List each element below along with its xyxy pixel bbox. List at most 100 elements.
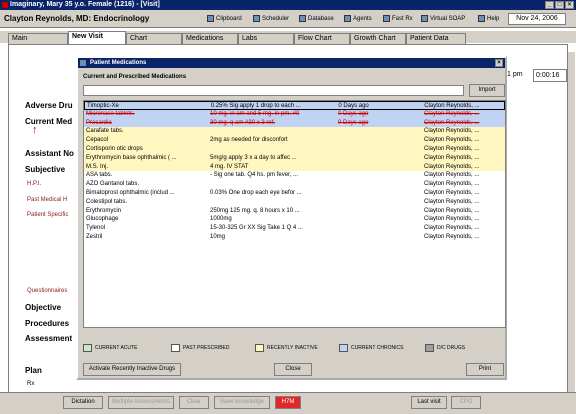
medication-sig: 5mg/g apply 3 x a day to affec ...: [210, 154, 297, 161]
htm-button[interactable]: H7M: [275, 396, 301, 409]
cpo-button[interactable]: CPO: [451, 396, 481, 409]
questionnaires-link[interactable]: Questionnaires: [27, 288, 67, 294]
medication-name: Colestipol tabs.: [86, 198, 128, 205]
last-visit-button[interactable]: Last visit: [411, 396, 447, 409]
tab-new-visit[interactable]: New Visit: [68, 31, 126, 44]
hpi-link[interactable]: H.P.I.: [27, 181, 41, 187]
medication-sig: 1000mg: [210, 216, 232, 223]
activate-inactive-button[interactable]: Activate Recently Inactive Drugs: [83, 363, 181, 376]
legend-label: RECENTLY INACTIVE: [267, 345, 318, 351]
assistant-notes-label: Assistant No: [25, 149, 74, 158]
time-label: 1 pm: [507, 71, 523, 78]
medication-row[interactable]: Cepacol 2mg as needed for disconfort Clayt…: [84, 136, 505, 145]
medication-name: Procardia: [86, 119, 112, 126]
agents-button[interactable]: Agents: [344, 15, 372, 22]
import-button[interactable]: Import: [469, 84, 505, 97]
tab-medications[interactable]: Medications: [182, 33, 238, 44]
multiple-assessments-button[interactable]: Multiple Assessments: [108, 396, 174, 409]
medication-row[interactable]: Micronase tablets. 10 mg. in am and 5 mg.…: [84, 109, 505, 119]
legend-item: PAST PRESCRIBED: [171, 344, 230, 352]
patient-specific-link[interactable]: Patient Specific: [27, 212, 68, 218]
close-button[interactable]: Close: [274, 363, 312, 376]
medication-row[interactable]: Tylenol 15-30-325 Gr XX Sig Take 1 Q 4 ..…: [84, 224, 505, 233]
pmh-link[interactable]: Past Medical H: [27, 197, 67, 203]
tab-main[interactable]: Main: [8, 33, 68, 44]
medication-sig: 4 mg. IV STAT: [210, 163, 249, 170]
medication-prescriber: Clayton Reynolds, ...: [424, 145, 480, 152]
medication-row[interactable]: M.S. Inj. 4 mg. IV STAT Clayton Reynolds, …: [84, 162, 505, 172]
scheduler-button[interactable]: Scheduler: [253, 15, 289, 22]
medication-prescriber: Clayton Reynolds, ...: [424, 181, 480, 188]
virtual-soap-icon: [421, 15, 428, 22]
medication-sig: 0.25% Sig apply 1 drop to each ...: [210, 103, 301, 109]
fast-rx-button[interactable]: Fast Rx: [383, 15, 413, 22]
medication-name: Timoptic-Xe: [87, 103, 119, 109]
legend-swatch: [339, 344, 348, 352]
medication-sig: [210, 145, 338, 154]
dictation-button[interactable]: Dictation: [63, 396, 103, 409]
medication-name: ASA tabs.: [86, 172, 113, 179]
print-button[interactable]: Print: [466, 363, 504, 376]
medications-list: Timoptic-Xe 0.25% Sig apply 1 drop to eac…: [83, 100, 506, 328]
medication-row[interactable]: Cortisporin otic drops Clayton Reynolds, …: [84, 144, 505, 154]
medication-row[interactable]: ASA tabs. - Sig one tab. Q4 hs. pm fever,…: [84, 171, 505, 180]
medication-date: 0 Days ago: [338, 110, 369, 117]
database-icon: [299, 15, 306, 22]
tab-bar: Main New Visit Chart Medications Labs Fl…: [0, 31, 576, 44]
tab-flow-chart[interactable]: Flow Chart: [294, 33, 350, 44]
medication-sig: 10 mg. in am and 5 mg. in pm. #0: [210, 110, 300, 117]
main-scrollbar[interactable]: [567, 52, 575, 392]
medication-name: Cortisporin otic drops: [86, 145, 143, 152]
dialog-close-icon[interactable]: ×: [495, 59, 503, 67]
clear-button[interactable]: Clear: [179, 396, 209, 409]
medication-date: [338, 215, 424, 224]
medication-row[interactable]: Procardia 30 mg. q am #30 x 3 ref. 0 Days …: [84, 118, 505, 128]
legend-item: D/C DRUGS: [425, 344, 465, 352]
medication-row[interactable]: Timoptic-Xe 0.25% Sig apply 1 drop to eac…: [84, 101, 505, 110]
medication-row[interactable]: Glucophage 1000mg Clayton Reynolds, ...: [84, 215, 505, 224]
medication-row[interactable]: Zestril 10mg Clayton Reynolds, ...: [84, 233, 505, 242]
medication-date: [338, 189, 424, 198]
medication-prescriber: Clayton Reynolds, ...: [424, 154, 480, 161]
clipboard-button[interactable]: Clipboard: [207, 15, 242, 22]
arrow-up-icon: ↑: [32, 124, 38, 136]
patient-medications-dialog: Patient Medications × Current and Prescr…: [76, 56, 507, 380]
adverse-label: Adverse Dru: [25, 101, 73, 110]
medication-prescriber: Clayton Reynolds, ...: [424, 233, 480, 240]
medication-date: [338, 171, 424, 180]
medication-row[interactable]: Colestipol tabs. Clayton Reynolds, ...: [84, 198, 505, 207]
medication-row[interactable]: Erythromycin base ophthalmic ( ... 5mg/g …: [84, 153, 505, 163]
medication-sig: 10mg: [210, 233, 226, 240]
close-icon[interactable]: ×: [565, 1, 574, 9]
date-field[interactable]: Nov 24, 2006: [508, 13, 566, 25]
medication-prescriber: Clayton Reynolds, ...: [424, 207, 480, 214]
medication-search-input[interactable]: [83, 85, 464, 96]
save-knowledge-button[interactable]: Save knowledge: [214, 396, 270, 409]
medication-prescriber: Clayton Reynolds, ...: [424, 163, 480, 170]
medication-row[interactable]: Erythromycin 250mg 125 mg. q. 8 hours x 1…: [84, 207, 505, 216]
window-title-bar: Imaginary, Mary 35 y.o. Female (1216) - …: [0, 0, 576, 10]
legend-swatch: [425, 344, 434, 352]
window-controls: _ □ ×: [545, 1, 574, 9]
tab-patient-data[interactable]: Patient Data: [406, 33, 466, 44]
legend-swatch: [171, 344, 180, 352]
medication-sig: [210, 127, 338, 136]
medication-sig: [210, 180, 338, 189]
medication-prescriber: Clayton Reynolds, ...: [424, 216, 480, 223]
database-button[interactable]: Database: [299, 15, 334, 22]
medication-row[interactable]: Bimatoprost ophthalmic (includ ... 0.03% …: [84, 189, 505, 198]
virtual-soap-button[interactable]: Virtual SOAP: [421, 15, 465, 22]
agents-icon: [344, 15, 351, 22]
tab-growth-chart[interactable]: Growth Chart: [350, 33, 406, 44]
medication-prescriber: Clayton Reynolds, ...: [424, 128, 480, 135]
legend-label: PAST PRESCRIBED: [183, 345, 230, 351]
help-button[interactable]: Help: [478, 15, 499, 22]
medication-row[interactable]: Carafate tabs. Clayton Reynolds, ...: [84, 127, 505, 137]
maximize-icon[interactable]: □: [555, 1, 564, 9]
minimize-icon[interactable]: _: [545, 1, 554, 9]
medication-row[interactable]: AZO Gantanol tabs. Clayton Reynolds, ...: [84, 180, 505, 189]
tab-labs[interactable]: Labs: [238, 33, 294, 44]
tab-chart[interactable]: Chart: [126, 33, 182, 44]
medication-name: M.S. Inj.: [86, 163, 109, 170]
bottom-toolbar: Dictation Multiple Assessments Clear Sav…: [0, 392, 576, 414]
